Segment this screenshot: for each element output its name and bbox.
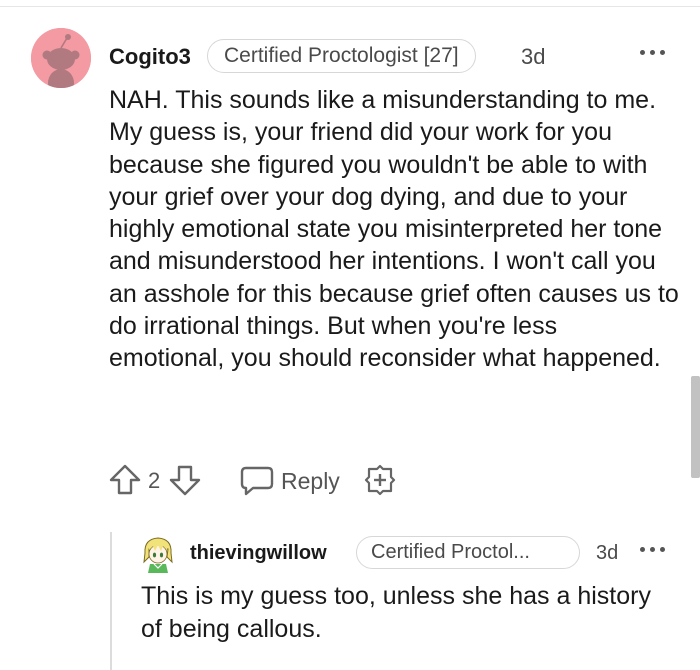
username[interactable]: Cogito3 [109,43,191,71]
avatar[interactable] [31,28,91,88]
award-icon[interactable] [362,462,398,498]
reply-user-flair: Certified Proctol... [356,536,580,569]
reply-age: 3d [596,542,619,564]
downvote-icon[interactable] [167,462,203,498]
upvote-icon[interactable] [107,462,143,498]
user-flair: Certified Proctologist [27] [207,39,476,73]
reply-username[interactable]: thievingwillow [190,540,327,566]
reply-avatar[interactable] [141,535,175,573]
snoo-avatar-icon [31,28,91,88]
reply-body: This is my guess too, unless she has a h… [141,582,651,643]
more-options-icon[interactable] [640,40,666,66]
reply-icon[interactable] [237,462,277,498]
anime-girl-avatar-icon [143,537,173,573]
reply-button[interactable]: Reply [281,467,340,495]
comment-age: 3d [521,44,546,69]
reply-more-options-icon[interactable] [640,538,666,564]
scrollbar[interactable] [691,376,700,478]
comment-body: NAH. This sounds like a misunderstanding… [109,86,679,373]
vote-count: 2 [148,468,161,493]
thread-line[interactable] [110,532,112,670]
top-divider [0,6,700,7]
